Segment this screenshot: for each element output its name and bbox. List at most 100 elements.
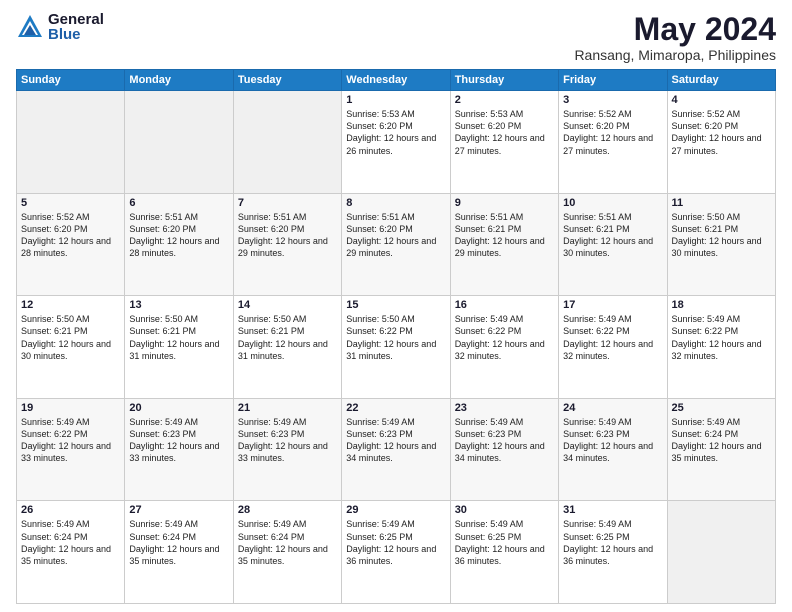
calendar-cell: 10Sunrise: 5:51 AMSunset: 6:21 PMDayligh…: [559, 193, 667, 296]
cell-details: Sunrise: 5:49 AMSunset: 6:22 PMDaylight:…: [21, 416, 120, 465]
logo-blue: Blue: [48, 27, 104, 42]
cell-details: Sunrise: 5:49 AMSunset: 6:25 PMDaylight:…: [563, 518, 662, 567]
calendar-cell: 30Sunrise: 5:49 AMSunset: 6:25 PMDayligh…: [450, 501, 558, 604]
calendar-cell: 3Sunrise: 5:52 AMSunset: 6:20 PMDaylight…: [559, 91, 667, 194]
cell-details: Sunrise: 5:50 AMSunset: 6:21 PMDaylight:…: [129, 313, 228, 362]
calendar-week-row: 12 Sunrise: 5:50 AMSunset: 6:21 PMDayligh…: [17, 296, 776, 399]
calendar-cell: 27Sunrise: 5:49 AMSunset: 6:24 PMDayligh…: [125, 501, 233, 604]
logo-icon: [16, 13, 44, 41]
day-number: 27: [129, 504, 228, 516]
day-number: 11: [672, 197, 771, 209]
cell-details: Sunrise: 5:49 AMSunset: 6:22 PMDaylight:…: [455, 313, 554, 362]
calendar-header-row: SundayMondayTuesdayWednesdayThursdayFrid…: [17, 70, 776, 91]
calendar-cell: 21 Sunrise: 5:49 AMSunset: 6:23 PMDayligh…: [233, 398, 341, 501]
calendar-cell: 12 Sunrise: 5:50 AMSunset: 6:21 PMDayligh…: [17, 296, 125, 399]
day-of-week-header: Friday: [559, 70, 667, 91]
cell-details: Sunrise: 5:53 AMSunset: 6:20 PMDaylight:…: [455, 108, 554, 157]
cell-details: Sunrise: 5:51 AMSunset: 6:20 PMDaylight:…: [346, 211, 445, 260]
calendar-cell: 22 Sunrise: 5:49 AMSunset: 6:23 PMDayligh…: [342, 398, 450, 501]
cell-details: Sunrise: 5:52 AMSunset: 6:20 PMDaylight:…: [21, 211, 120, 260]
day-number: 23: [455, 402, 554, 414]
cell-details: Sunrise: 5:50 AMSunset: 6:22 PMDaylight:…: [346, 313, 445, 362]
calendar-cell: 31 Sunrise: 5:49 AMSunset: 6:25 PMDayligh…: [559, 501, 667, 604]
title-block: May 2024 Ransang, Mimaropa, Philippines: [574, 12, 776, 63]
day-number: 9: [455, 197, 554, 209]
cell-details: Sunrise: 5:51 AMSunset: 6:20 PMDaylight:…: [238, 211, 337, 260]
calendar-cell: 13 Sunrise: 5:50 AMSunset: 6:21 PMDayligh…: [125, 296, 233, 399]
cell-details: Sunrise: 5:51 AMSunset: 6:21 PMDaylight:…: [563, 211, 662, 260]
day-number: 28: [238, 504, 337, 516]
day-number: 22: [346, 402, 445, 414]
cell-details: Sunrise: 5:49 AMSunset: 6:23 PMDaylight:…: [455, 416, 554, 465]
logo: General Blue: [16, 12, 104, 42]
cell-details: Sunrise: 5:49 AMSunset: 6:24 PMDaylight:…: [672, 416, 771, 465]
calendar-cell: 17 Sunrise: 5:49 AMSunset: 6:22 PMDayligh…: [559, 296, 667, 399]
day-of-week-header: Wednesday: [342, 70, 450, 91]
calendar-cell: 28 Sunrise: 5:49 AMSunset: 6:24 PMDayligh…: [233, 501, 341, 604]
cell-details: Sunrise: 5:52 AMSunset: 6:20 PMDaylight:…: [672, 108, 771, 157]
header: General Blue May 2024 Ransang, Mimaropa,…: [16, 12, 776, 63]
calendar-cell: 8Sunrise: 5:51 AMSunset: 6:20 PMDaylight…: [342, 193, 450, 296]
day-number: 7: [238, 197, 337, 209]
cell-details: Sunrise: 5:49 AMSunset: 6:22 PMDaylight:…: [563, 313, 662, 362]
day-number: 29: [346, 504, 445, 516]
calendar-week-row: 19 Sunrise: 5:49 AMSunset: 6:22 PMDayligh…: [17, 398, 776, 501]
calendar-cell: 14Sunrise: 5:50 AMSunset: 6:21 PMDayligh…: [233, 296, 341, 399]
calendar-cell: 23 Sunrise: 5:49 AMSunset: 6:23 PMDayligh…: [450, 398, 558, 501]
day-number: 26: [21, 504, 120, 516]
day-number: 31: [563, 504, 662, 516]
calendar-cell: [667, 501, 775, 604]
calendar-week-row: 5 Sunrise: 5:52 AMSunset: 6:20 PMDaylight…: [17, 193, 776, 296]
cell-details: Sunrise: 5:51 AMSunset: 6:20 PMDaylight:…: [129, 211, 228, 260]
logo-text: General Blue: [48, 12, 104, 42]
page: General Blue May 2024 Ransang, Mimaropa,…: [0, 0, 792, 612]
day-number: 13: [129, 299, 228, 311]
day-number: 2: [455, 94, 554, 106]
cell-details: Sunrise: 5:53 AMSunset: 6:20 PMDaylight:…: [346, 108, 445, 157]
day-of-week-header: Monday: [125, 70, 233, 91]
cell-details: Sunrise: 5:49 AMSunset: 6:24 PMDaylight:…: [238, 518, 337, 567]
day-number: 17: [563, 299, 662, 311]
calendar-cell: 26Sunrise: 5:49 AMSunset: 6:24 PMDayligh…: [17, 501, 125, 604]
day-number: 24: [563, 402, 662, 414]
calendar-cell: 20Sunrise: 5:49 AMSunset: 6:23 PMDayligh…: [125, 398, 233, 501]
calendar-cell: 5 Sunrise: 5:52 AMSunset: 6:20 PMDaylight…: [17, 193, 125, 296]
day-of-week-header: Thursday: [450, 70, 558, 91]
calendar-table: SundayMondayTuesdayWednesdayThursdayFrid…: [16, 69, 776, 604]
day-of-week-header: Saturday: [667, 70, 775, 91]
calendar-cell: 7 Sunrise: 5:51 AMSunset: 6:20 PMDaylight…: [233, 193, 341, 296]
cell-details: Sunrise: 5:49 AMSunset: 6:25 PMDaylight:…: [455, 518, 554, 567]
title-location: Ransang, Mimaropa, Philippines: [574, 47, 776, 63]
calendar-cell: [233, 91, 341, 194]
cell-details: Sunrise: 5:49 AMSunset: 6:22 PMDaylight:…: [672, 313, 771, 362]
calendar-week-row: 1 Sunrise: 5:53 AMSunset: 6:20 PMDaylight…: [17, 91, 776, 194]
cell-details: Sunrise: 5:49 AMSunset: 6:23 PMDaylight:…: [346, 416, 445, 465]
day-number: 6: [129, 197, 228, 209]
cell-details: Sunrise: 5:52 AMSunset: 6:20 PMDaylight:…: [563, 108, 662, 157]
calendar-week-row: 26 Sunrise: 5:49 AMSunset: 6:24 PMDayligh…: [17, 501, 776, 604]
cell-details: Sunrise: 5:49 AMSunset: 6:23 PMDaylight:…: [563, 416, 662, 465]
logo-general: General: [48, 12, 104, 27]
calendar-cell: 16Sunrise: 5:49 AMSunset: 6:22 PMDayligh…: [450, 296, 558, 399]
day-number: 5: [21, 197, 120, 209]
calendar-cell: [17, 91, 125, 194]
calendar-cell: 1 Sunrise: 5:53 AMSunset: 6:20 PMDaylight…: [342, 91, 450, 194]
calendar-cell: 2 Sunrise: 5:53 AMSunset: 6:20 PMDaylight…: [450, 91, 558, 194]
day-number: 4: [672, 94, 771, 106]
calendar-cell: 4 Sunrise: 5:52 AMSunset: 6:20 PMDaylight…: [667, 91, 775, 194]
cell-details: Sunrise: 5:50 AMSunset: 6:21 PMDaylight:…: [21, 313, 120, 362]
day-number: 1: [346, 94, 445, 106]
day-number: 15: [346, 299, 445, 311]
cell-details: Sunrise: 5:51 AMSunset: 6:21 PMDaylight:…: [455, 211, 554, 260]
day-number: 14: [238, 299, 337, 311]
day-number: 12: [21, 299, 120, 311]
day-number: 25: [672, 402, 771, 414]
day-number: 19: [21, 402, 120, 414]
calendar-cell: 19 Sunrise: 5:49 AMSunset: 6:22 PMDayligh…: [17, 398, 125, 501]
day-number: 18: [672, 299, 771, 311]
cell-details: Sunrise: 5:50 AMSunset: 6:21 PMDaylight:…: [672, 211, 771, 260]
day-of-week-header: Tuesday: [233, 70, 341, 91]
cell-details: Sunrise: 5:49 AMSunset: 6:23 PMDaylight:…: [238, 416, 337, 465]
day-number: 21: [238, 402, 337, 414]
cell-details: Sunrise: 5:49 AMSunset: 6:23 PMDaylight:…: [129, 416, 228, 465]
